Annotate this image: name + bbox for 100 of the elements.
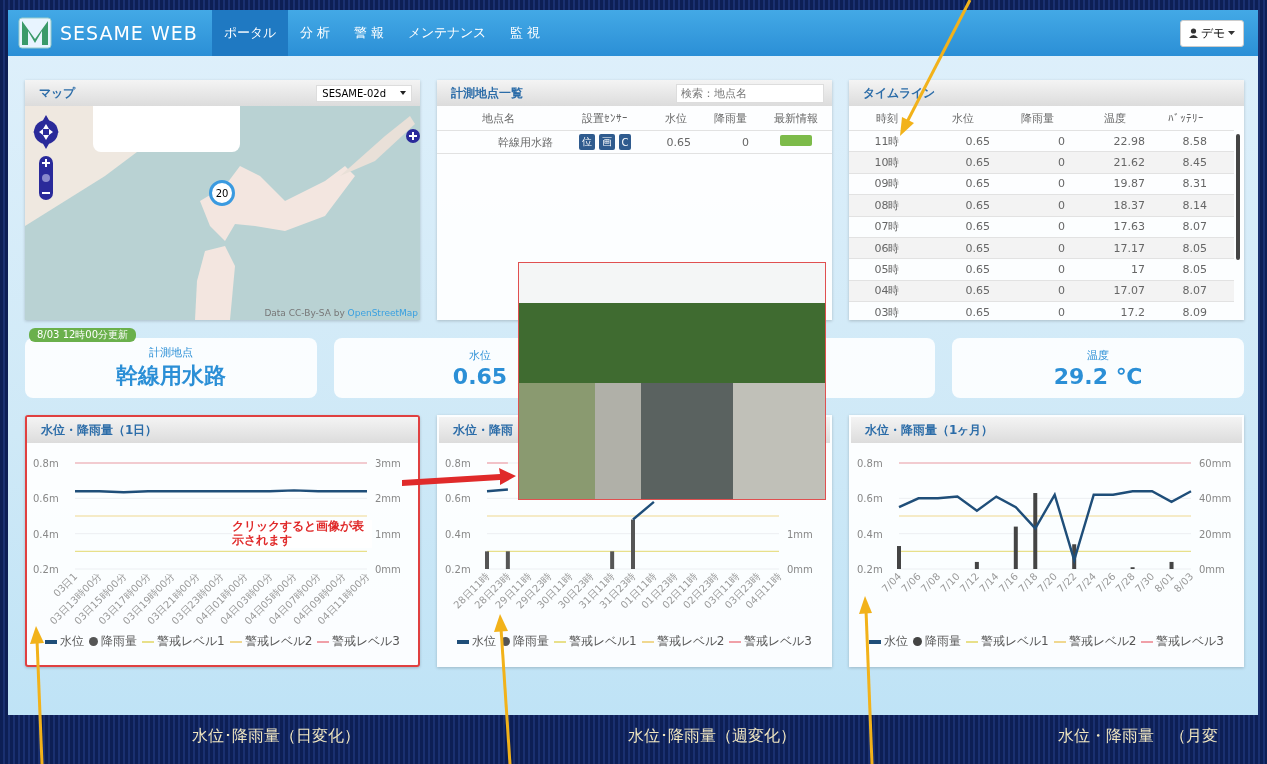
table-cell-text: 05時 — [873, 262, 901, 278]
table-cell-text: 8.05 — [1181, 263, 1208, 277]
column-header: 最新情報 — [772, 110, 819, 126]
legend-item[interactable]: 水位 — [45, 633, 85, 650]
table-cell-text: 03時 — [873, 304, 901, 320]
threshold-line — [486, 462, 509, 464]
annotation-text: クリックすると画像が表示されます — [232, 520, 372, 548]
legend-line-icon — [1053, 640, 1066, 643]
rain-bar — [1169, 561, 1174, 569]
axis-label: 3mm — [375, 458, 401, 469]
axis-label: 0.4m — [33, 528, 59, 540]
axis-label: 0mm — [1199, 564, 1225, 575]
search-field[interactable]: 検索：地点名 — [676, 83, 824, 103]
axis-label: 40mm — [1199, 493, 1232, 505]
panel-title: マップ — [39, 84, 75, 102]
user-menu-button[interactable]: デモ — [1180, 19, 1244, 47]
table-cell-text: 0 — [1057, 241, 1066, 255]
rain-bar — [485, 551, 489, 569]
legend-line-icon — [554, 640, 567, 643]
station-select[interactable]: SESAME-02d — [316, 84, 412, 102]
table-cell-text: 0.65 — [964, 284, 991, 298]
table-cell-text: 08時 — [873, 197, 901, 213]
app-logo-text: SESAME WEB — [60, 22, 198, 44]
rain-bar — [631, 519, 635, 569]
axis-label: 60mm — [1199, 458, 1232, 469]
legend-item[interactable]: 水位 — [869, 633, 909, 650]
table-cell-text: 0.65 — [964, 305, 991, 319]
axis-label: 0.2m — [445, 564, 471, 575]
map-attribution: Data CC-By-SA by OpenStreetMap — [264, 308, 418, 318]
axis-label: 0.8m — [857, 458, 883, 469]
stat-value: 0.65 — [452, 363, 508, 389]
table-cell-text: 17 — [1130, 263, 1146, 277]
axis-label: 0mm — [787, 564, 813, 575]
rain-bar — [505, 551, 510, 569]
legend-item[interactable]: 警戒レベル1 — [142, 633, 225, 650]
column-header: 降雨量 — [712, 110, 748, 126]
sensor-button[interactable]: C — [618, 134, 632, 150]
legend-item[interactable]: 警戒レベル1 — [966, 633, 1049, 650]
table-cell-text: 0 — [741, 135, 750, 149]
scrollbar[interactable] — [1236, 134, 1240, 260]
nav-tab[interactable]: ポータル — [211, 10, 288, 56]
table-cell-text: 8.58 — [1181, 134, 1208, 148]
table-cell-text: 0 — [1057, 198, 1066, 212]
table-cell-text: 0 — [1057, 284, 1066, 298]
axis-label: 20mm — [1199, 528, 1232, 540]
table-cell-text: 0.65 — [665, 135, 692, 149]
legend-dot-icon — [913, 637, 923, 646]
table-cell-text: 0.65 — [964, 263, 991, 277]
legend-line-icon — [317, 640, 330, 643]
table-cell-text: 21.62 — [1112, 156, 1146, 170]
legend-dot-icon — [89, 637, 99, 646]
legend-item[interactable]: 警戒レベル2 — [1053, 633, 1137, 650]
legend-line-icon — [229, 640, 242, 643]
legend-line-icon — [641, 640, 654, 643]
table-cell-text: 22.98 — [1112, 134, 1146, 148]
expand-icon[interactable] — [406, 129, 420, 143]
table-cell-text: 17.07 — [1112, 284, 1146, 298]
axis-label: 0.4m — [445, 528, 471, 540]
chart-panel[interactable] — [25, 415, 420, 667]
column-header: 温度 — [1103, 110, 1127, 126]
status-badge — [779, 135, 812, 146]
table-cell-text: 17.2 — [1119, 305, 1146, 319]
table-cell-text: 0.65 — [964, 198, 991, 212]
table-cell-text: 0.65 — [964, 220, 991, 234]
site-name[interactable]: 幹線用水路 — [437, 134, 559, 150]
column-header: 降雨量 — [1020, 110, 1055, 126]
axis-label: 0.4m — [857, 528, 883, 540]
sensor-button[interactable]: 画 — [598, 134, 615, 150]
table-cell-text: 07時 — [873, 219, 901, 235]
legend-item[interactable]: 警戒レベル1 — [554, 633, 637, 650]
legend-item[interactable]: 警戒レベル2 — [641, 633, 725, 650]
table-cell-text: 8.09 — [1181, 305, 1208, 319]
axis-label: 0.2m — [33, 564, 59, 575]
stat-label: 計測地点 — [149, 345, 193, 360]
table-cell-text: 0 — [1057, 263, 1066, 277]
legend-item[interactable]: 降雨量 — [89, 633, 138, 650]
legend-item[interactable]: 水位 — [457, 633, 497, 650]
axis-label: 0.8m — [33, 458, 59, 469]
table-cell-text: 8.07 — [1181, 220, 1208, 234]
column-header: ﾊﾞｯﾃﾘｰ — [1167, 111, 1205, 125]
sensor-button[interactable]: 位 — [578, 134, 595, 150]
panel-title: 水位・降雨量（1日） — [41, 421, 158, 439]
legend-item[interactable]: 警戒レベル3 — [729, 633, 812, 650]
zoom-control-icon[interactable] — [39, 156, 53, 200]
legend-dot-icon — [501, 637, 511, 646]
table-cell-text: 17.17 — [1112, 241, 1146, 255]
legend-item[interactable]: 警戒レベル3 — [317, 633, 400, 650]
legend-item[interactable]: 警戒レベル3 — [1141, 633, 1224, 650]
legend-item[interactable]: 警戒レベル2 — [229, 633, 313, 650]
user-icon — [1189, 28, 1198, 38]
legend-item[interactable]: 降雨量 — [501, 633, 550, 650]
logo-icon — [18, 17, 52, 49]
axis-label: 0.6m — [857, 493, 883, 505]
rain-bar — [1013, 526, 1018, 569]
table-cell-text: 8.31 — [1181, 177, 1208, 191]
axis-label: 1mm — [375, 528, 401, 540]
legend-item[interactable]: 降雨量 — [913, 633, 962, 650]
table-cell-text: 11時 — [873, 133, 901, 149]
table-cell-text: 0 — [1057, 134, 1066, 148]
axis-label: 0.6m — [445, 493, 471, 505]
